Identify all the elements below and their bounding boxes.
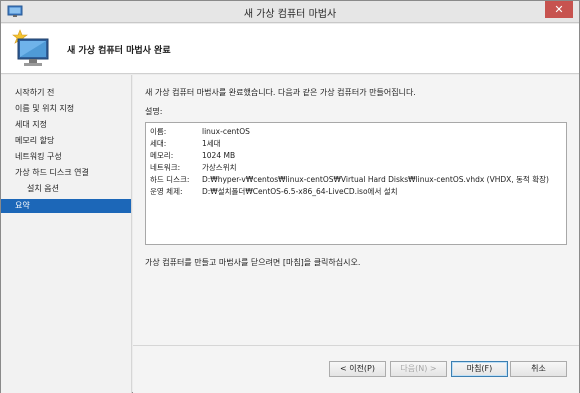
wizard-window: 새 가상 컴퓨터 마법사 ✕ 새 가상 컴퓨터 마법사 완료 시작하기 전 이름… [0, 0, 580, 393]
finish-instruction: 가상 컴퓨터를 만들고 마법사를 닫으려면 [마침]을 클릭하십시오. [145, 258, 361, 267]
vm-wizard-sparkle-icon [10, 26, 54, 70]
summary-value: D:₩설치폴더₩CentOS-6.5-x86_64-LiveCD.iso에서 설… [202, 187, 398, 196]
nav-item-summary[interactable]: 요약 [1, 199, 131, 213]
summary-value: 1024 MB [202, 151, 236, 160]
finish-button[interactable]: 마침(F) [451, 361, 508, 377]
nav-item-networking[interactable]: 네트워킹 구성 [1, 150, 131, 164]
intro-text: 새 가상 컴퓨터 마법사를 완료했습니다. 다음과 같은 가상 컴퓨터가 만들어… [145, 88, 416, 97]
close-button[interactable]: ✕ [545, 1, 573, 18]
summary-key: 이름: [150, 127, 167, 136]
page-title: 새 가상 컴퓨터 마법사 완료 [67, 46, 171, 56]
summary-value: 가상스위치 [202, 163, 237, 172]
summary-value: D:₩hyper-v₩centos₩linux-centOS₩Virtual H… [202, 175, 549, 184]
cancel-button[interactable]: 취소 [510, 361, 567, 377]
summary-page: 새 가상 컴퓨터 마법사를 완료했습니다. 다음과 같은 가상 컴퓨터가 만들어… [133, 75, 579, 393]
nav-item-installation-options[interactable]: 설치 옵션 [1, 182, 131, 196]
wizard-header: 새 가상 컴퓨터 마법사 완료 [1, 24, 579, 74]
summary-value: linux-centOS [202, 127, 250, 136]
summary-box[interactable]: 이름: linux-centOS 세대: 1세대 메모리: 1024 MB 네트… [145, 122, 567, 245]
summary-key: 운영 체제: [150, 187, 183, 196]
summary-key: 하드 디스크: [150, 175, 190, 184]
button-divider [133, 345, 579, 346]
nav-item-memory[interactable]: 메모리 할당 [1, 134, 131, 148]
summary-key: 세대: [150, 139, 167, 148]
title-bar[interactable]: 새 가상 컴퓨터 마법사 ✕ [1, 1, 579, 23]
previous-button[interactable]: < 이전(P) [329, 361, 386, 377]
nav-item-before-you-begin[interactable]: 시작하기 전 [1, 86, 131, 100]
nav-item-generation[interactable]: 세대 지정 [1, 118, 131, 132]
wizard-steps-nav: 시작하기 전 이름 및 위치 지정 세대 지정 메모리 할당 네트워킹 구성 가… [1, 75, 132, 393]
window-title: 새 가상 컴퓨터 마법사 [243, 9, 337, 20]
next-button[interactable]: 다음(N) > [390, 361, 447, 377]
summary-value: 1세대 [202, 139, 221, 148]
nav-item-name-location[interactable]: 이름 및 위치 지정 [1, 102, 131, 116]
summary-key: 네트워크: [150, 163, 181, 172]
nav-item-virtual-hard-disk[interactable]: 가상 하드 디스크 연결 [1, 166, 131, 180]
description-label: 설명: [145, 107, 163, 116]
summary-key: 메모리: [150, 151, 174, 160]
